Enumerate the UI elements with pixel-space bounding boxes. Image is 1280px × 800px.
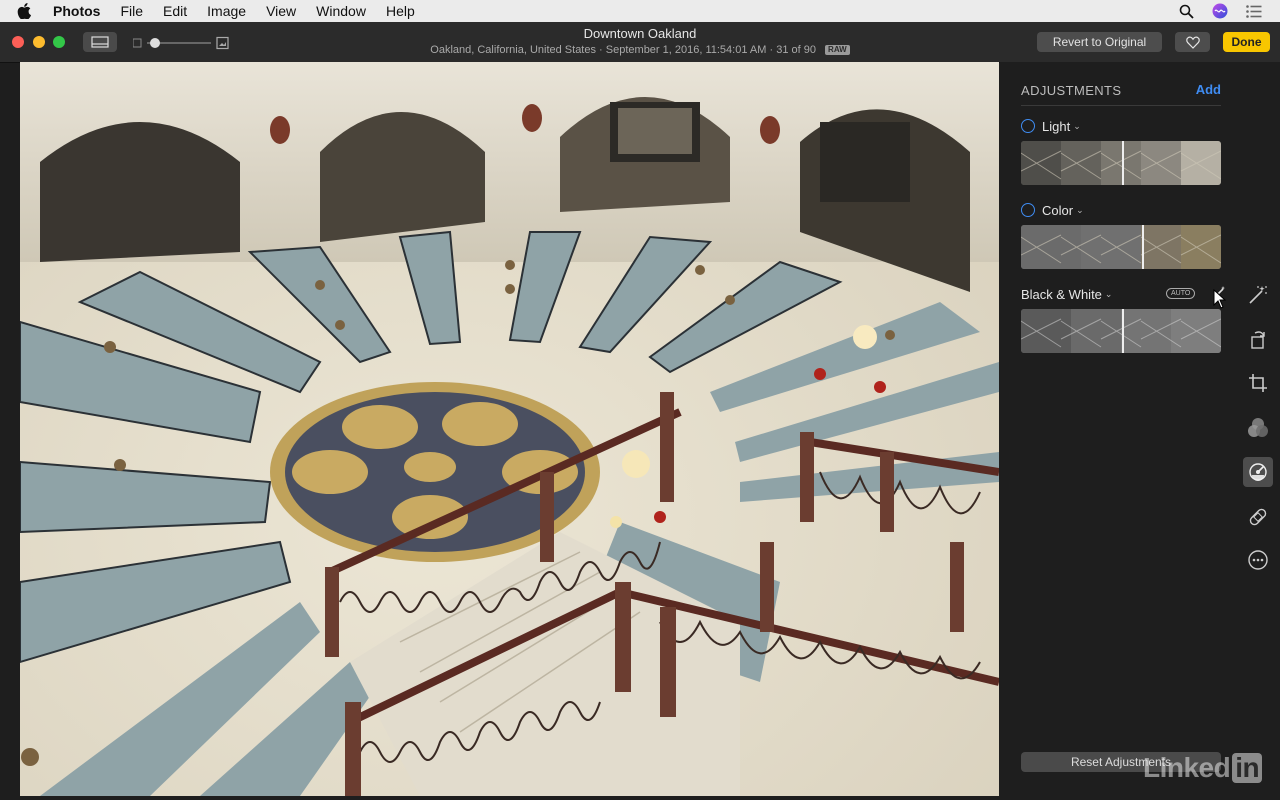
notification-center-icon[interactable]: [1246, 4, 1262, 18]
magic-wand-icon[interactable]: [1246, 283, 1270, 307]
chevron-down-icon: ⌄: [1076, 204, 1084, 215]
filters-icon[interactable]: [1246, 416, 1270, 440]
crop-icon[interactable]: [1246, 371, 1270, 395]
menu-image[interactable]: Image: [207, 3, 246, 19]
color-filmstrip[interactable]: [1021, 225, 1221, 269]
color-thumbnails: [1021, 225, 1221, 269]
adjustments-title: ADJUSTMENTS: [1021, 83, 1122, 98]
revert-to-original-button[interactable]: Revert to Original: [1037, 32, 1162, 52]
adjustments-panel: ADJUSTMENTS Add Light ⌄ Color ⌄ Black & …: [1000, 62, 1280, 800]
light-toggle-icon[interactable]: [1021, 119, 1035, 133]
color-toggle-icon[interactable]: [1021, 203, 1035, 217]
menu-edit[interactable]: Edit: [163, 3, 187, 19]
done-button[interactable]: Done: [1223, 32, 1270, 52]
section-color-label: Color: [1042, 202, 1074, 218]
photo-location: Oakland, California, United States: [430, 44, 596, 56]
split-view-toggle[interactable]: [83, 32, 117, 52]
split-view-icon: [91, 36, 109, 48]
menu-help[interactable]: Help: [386, 3, 415, 19]
more-icon[interactable]: [1246, 548, 1270, 572]
watermark-in-box: in: [1232, 753, 1263, 783]
photo-title: Downtown Oakland: [583, 26, 697, 41]
menu-bar: Photos File Edit Image View Window Help: [0, 0, 1280, 23]
mouse-pointer-icon: [1213, 289, 1227, 309]
retouch-icon[interactable]: [1246, 505, 1270, 529]
bw-thumbnails: [1021, 309, 1221, 353]
linkedin-watermark: Linked in: [1143, 752, 1263, 784]
siri-icon[interactable]: [1212, 3, 1228, 19]
fullscreen-window-button[interactable]: [53, 36, 65, 48]
raw-badge: RAW: [825, 45, 850, 55]
light-slider-handle[interactable]: [1122, 141, 1124, 185]
section-light-label: Light: [1042, 118, 1071, 134]
zoom-slider[interactable]: [133, 36, 233, 50]
section-light[interactable]: Light ⌄: [1021, 117, 1221, 135]
photo-metadata: Oakland, California, United States · Sep…: [380, 42, 900, 58]
bw-slider-handle[interactable]: [1122, 309, 1124, 353]
chevron-down-icon: ⌄: [1104, 288, 1113, 299]
photo-datetime: September 1, 2016, 11:54:01 AM: [605, 44, 767, 56]
menu-file[interactable]: File: [120, 3, 143, 19]
photo-canvas[interactable]: [20, 62, 999, 796]
favorite-button[interactable]: [1175, 32, 1210, 52]
bw-filmstrip[interactable]: [1021, 309, 1221, 353]
section-black-white[interactable]: Black & White ⌄ AUTO: [1021, 285, 1225, 303]
photo-info: Downtown Oakland Oakland, California, Un…: [380, 26, 900, 58]
adjustments-header: ADJUSTMENTS Add: [1021, 82, 1221, 106]
menu-view[interactable]: View: [266, 3, 296, 19]
apple-menu-icon[interactable]: [17, 3, 39, 19]
menu-window[interactable]: Window: [316, 3, 366, 19]
adjust-icon[interactable]: [1243, 457, 1273, 487]
color-slider-handle[interactable]: [1142, 225, 1144, 269]
minimize-window-button[interactable]: [33, 36, 45, 48]
auto-badge[interactable]: AUTO: [1166, 288, 1196, 299]
heart-icon: [1185, 36, 1200, 49]
close-window-button[interactable]: [12, 36, 24, 48]
rotunda-photo: [20, 62, 999, 796]
spotlight-search-icon[interactable]: [1179, 4, 1194, 19]
chevron-down-icon: ⌄: [1073, 120, 1081, 131]
light-filmstrip[interactable]: [1021, 141, 1221, 185]
rotate-icon[interactable]: [1246, 327, 1270, 351]
watermark-text: Linked: [1143, 752, 1231, 783]
photo-position: 31 of 90: [776, 44, 816, 56]
section-color[interactable]: Color ⌄: [1021, 201, 1221, 219]
section-bw-label: Black & White: [1021, 286, 1102, 302]
light-thumbnails: [1021, 141, 1221, 185]
menu-app-photos[interactable]: Photos: [53, 3, 100, 19]
add-adjustment-button[interactable]: Add: [1196, 82, 1221, 97]
